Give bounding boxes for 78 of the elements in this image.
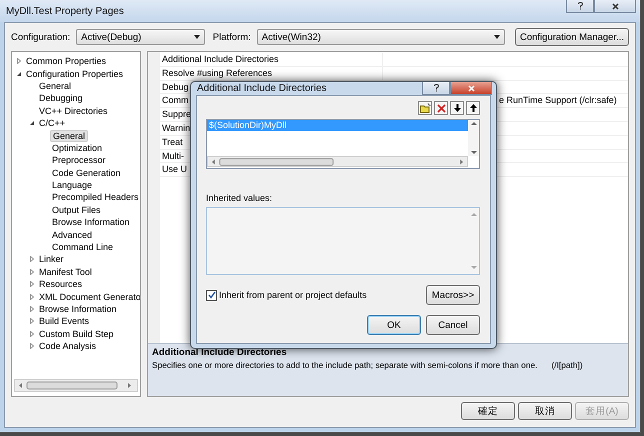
tree-item[interactable]: VC++ Directories: [37, 106, 110, 116]
ok-button[interactable]: OK: [367, 315, 421, 335]
delete-button[interactable]: [434, 101, 448, 115]
tree-item[interactable]: Browse Information: [37, 304, 119, 314]
horizontal-scrollbar[interactable]: [207, 156, 468, 167]
description-title: Additional Include Directories: [152, 347, 288, 358]
close-icon: [612, 2, 618, 10]
window-title: MyDll.Test Property Pages: [6, 6, 124, 16]
property-name[interactable]: Additional Include Directories: [160, 53, 383, 66]
expand-icon[interactable]: [29, 281, 35, 288]
tree-item[interactable]: General: [37, 80, 74, 91]
tree-item[interactable]: Linker: [37, 254, 66, 264]
configuration-label: Configuration:: [11, 32, 70, 42]
dropdown-arrow-icon: [494, 35, 500, 39]
tree-item[interactable]: Custom Build Step: [37, 328, 116, 339]
tree-item[interactable]: Code Generation: [50, 168, 123, 178]
configuration-manager-button[interactable]: Configuration Manager...: [515, 28, 629, 46]
property-name[interactable]: Resolve #using References: [160, 66, 383, 80]
tree-item[interactable]: XML Document Generato: [37, 292, 140, 302]
help-button[interactable]: [566, 0, 594, 13]
expand-icon[interactable]: [29, 318, 35, 324]
description-text: Specifies one or more directories to add to the include path; separate with semi-colons if more than one.: [152, 360, 538, 370]
platform-label: Platform:: [212, 32, 251, 42]
expand-icon[interactable]: [29, 343, 35, 350]
checkbox[interactable]: [206, 290, 217, 300]
configuration-dropdown[interactable]: Active(Debug): [76, 29, 205, 45]
tree-item[interactable]: Optimization: [50, 142, 104, 153]
tree-item[interactable]: Configuration Properties: [24, 68, 126, 79]
expand-icon[interactable]: [29, 256, 35, 262]
scroll-arrows-icon: [470, 212, 476, 270]
cancel-button[interactable]: Cancel: [426, 315, 480, 335]
move-up-button[interactable]: [466, 101, 480, 115]
dropdown-arrow-icon: [194, 35, 200, 39]
macros-button[interactable]: Macros>>: [426, 285, 480, 305]
checkbox-label: Inherit from parent or project defaults: [219, 290, 367, 300]
tree-item[interactable]: C/C++: [37, 118, 68, 128]
horizontal-scrollbar[interactable]: [14, 379, 138, 392]
tree-item[interactable]: Command Line: [50, 242, 116, 252]
tree-item[interactable]: Build Events: [37, 316, 92, 326]
collapse-icon[interactable]: [16, 70, 22, 77]
close-icon: [468, 84, 474, 92]
expand-icon[interactable]: [29, 294, 35, 300]
tree-item[interactable]: Output Files: [50, 204, 103, 215]
up-arrow-icon: [470, 104, 476, 112]
new-folder-button[interactable]: [418, 101, 432, 115]
dialog-button[interactable]: 確定: [461, 402, 515, 420]
switch-text: (/I[path]): [551, 360, 583, 370]
tree-item[interactable]: Code Analysis: [37, 341, 98, 352]
platform-dropdown[interactable]: Active(Win32): [256, 29, 505, 45]
expand-icon[interactable]: [29, 268, 35, 275]
help-icon: [434, 84, 438, 92]
close-button[interactable]: [594, 0, 636, 13]
inherited-values-label: Inherited values:: [206, 193, 274, 203]
delete-icon: [436, 104, 446, 112]
tree-item[interactable]: Precompiled Headers: [50, 192, 140, 202]
tree-item[interactable]: Language: [50, 180, 94, 190]
tree-item[interactable]: Debugging: [37, 93, 85, 104]
collapse-icon[interactable]: [29, 120, 35, 126]
help-button[interactable]: [422, 82, 450, 95]
expand-icon[interactable]: [16, 58, 22, 64]
dialog-button[interactable]: 取消: [518, 402, 572, 420]
property-value: e RunTime Support (/clr:safe): [499, 95, 617, 106]
help-icon: [578, 2, 582, 10]
dialog-title: Additional Include Directories: [197, 83, 327, 94]
tree-item[interactable]: Resources: [37, 279, 84, 290]
expand-icon[interactable]: [29, 306, 35, 312]
tree-item[interactable]: General: [50, 130, 88, 142]
move-down-button[interactable]: [450, 101, 464, 115]
tree-item[interactable]: Browse Information: [50, 217, 132, 228]
folder-icon: [420, 103, 430, 113]
tree-item[interactable]: Manifest Tool: [37, 266, 94, 277]
tree-item[interactable]: Common Properties: [24, 56, 108, 66]
tree-item[interactable]: Preprocessor: [50, 155, 108, 166]
tree-item[interactable]: Advanced: [50, 230, 94, 240]
vertical-scrollbar[interactable]: [468, 120, 479, 156]
down-arrow-icon: [454, 104, 460, 112]
close-button[interactable]: [450, 82, 492, 95]
expand-icon[interactable]: [29, 330, 35, 337]
